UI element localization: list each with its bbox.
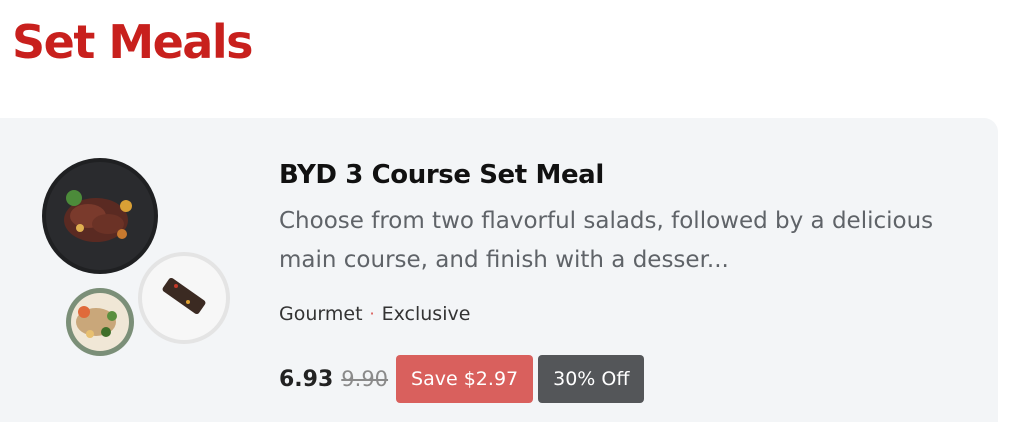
- set-meal-card[interactable]: BYD 3 Course Set Meal Choose from two fl…: [0, 118, 998, 422]
- price-current: 6.93: [279, 366, 334, 392]
- product-name[interactable]: BYD 3 Course Set Meal: [279, 158, 604, 192]
- tag-exclusive: Exclusive: [381, 303, 471, 325]
- section-title: Set Meals: [12, 15, 254, 69]
- tag-gourmet: Gourmet: [279, 303, 363, 325]
- set-meal-plates-image: [42, 158, 230, 356]
- tag-separator: ·: [369, 304, 375, 323]
- discount-badge: 30% Off: [538, 355, 645, 403]
- product-description: Choose from two flavorful salads, follow…: [279, 208, 934, 273]
- save-badge: Save $2.97: [396, 355, 534, 403]
- price-row: 6.93 9.90 Save $2.97 30% Off: [279, 355, 645, 403]
- price-original: 9.90: [341, 367, 389, 391]
- product-tags: Gourmet · Exclusive: [279, 301, 470, 327]
